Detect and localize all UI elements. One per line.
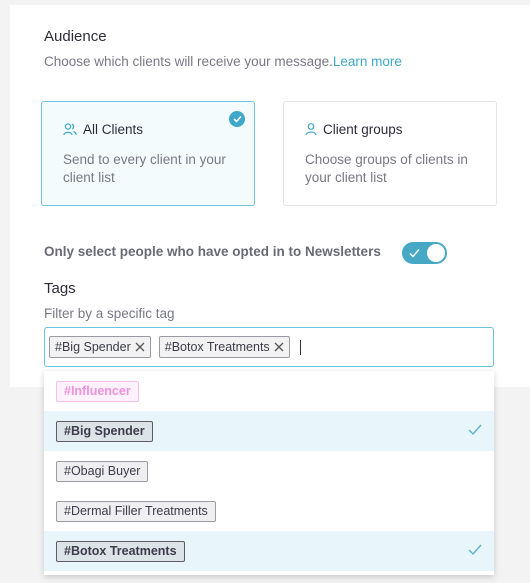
newsletter-toggle[interactable] — [402, 242, 447, 264]
client-groups-description: Choose groups of clients in your client … — [305, 152, 468, 185]
tag-option[interactable]: #Big Spender — [44, 411, 494, 451]
toggle-knob — [427, 244, 445, 262]
tag-option-label: #Influencer — [56, 380, 139, 402]
audience-subtitle-text: Choose which clients will receive your m… — [44, 54, 333, 69]
client-groups-label: Client groups — [323, 122, 403, 137]
selected-tag-chip: #Big Spender — [49, 336, 151, 358]
remove-tag-icon[interactable] — [135, 342, 145, 352]
selected-tag-label: #Big Spender — [55, 340, 131, 354]
remove-tag-icon[interactable] — [274, 342, 284, 352]
learn-more-link[interactable]: Learn more — [333, 54, 402, 69]
audience-option-client-groups[interactable]: Client groups Choose groups of clients i… — [283, 101, 497, 206]
text-cursor — [299, 339, 301, 355]
tag-option-label: #Big Spender — [56, 420, 153, 442]
tag-option-label: #Obagi Buyer — [56, 460, 149, 482]
tags-subtitle: Filter by a specific tag — [44, 306, 175, 321]
tags-title: Tags — [44, 280, 76, 297]
all-clients-title: All Clients — [63, 122, 143, 137]
tag-option[interactable]: #Dermal Filler Treatments — [44, 491, 494, 531]
newsletter-opt-in-label: Only select people who have opted in to … — [44, 244, 381, 259]
checkmark-icon — [468, 543, 482, 561]
users-icon — [63, 123, 77, 136]
tag-option-label: #Dermal Filler Treatments — [56, 500, 216, 522]
tag-option-label: #Botox Treatments — [56, 540, 185, 562]
selected-tag-chip: #Botox Treatments — [158, 336, 290, 358]
audience-option-all-clients[interactable]: All Clients Send to every client in your… — [41, 101, 255, 206]
client-groups-title: Client groups — [305, 122, 403, 137]
audience-subtitle: Choose which clients will receive your m… — [44, 54, 402, 69]
tag-option[interactable]: #Influencer — [44, 371, 494, 411]
tag-dropdown: #Influencer #Big Spender #Obagi Buyer #D… — [44, 371, 494, 575]
tag-option[interactable]: #Botox Treatments — [44, 531, 494, 571]
audience-title: Audience — [44, 28, 107, 45]
tag-option[interactable]: #Obagi Buyer — [44, 451, 494, 491]
all-clients-label: All Clients — [83, 122, 144, 137]
toggle-check-icon — [409, 246, 420, 264]
selected-tag-label: #Botox Treatments — [164, 340, 270, 354]
tag-filter-input[interactable]: #Big Spender #Botox Treatments — [44, 327, 494, 367]
user-icon — [305, 123, 317, 136]
all-clients-description: Send to every client in your client list — [63, 152, 226, 185]
checkmark-icon — [468, 423, 482, 441]
selected-check-icon — [229, 111, 245, 127]
